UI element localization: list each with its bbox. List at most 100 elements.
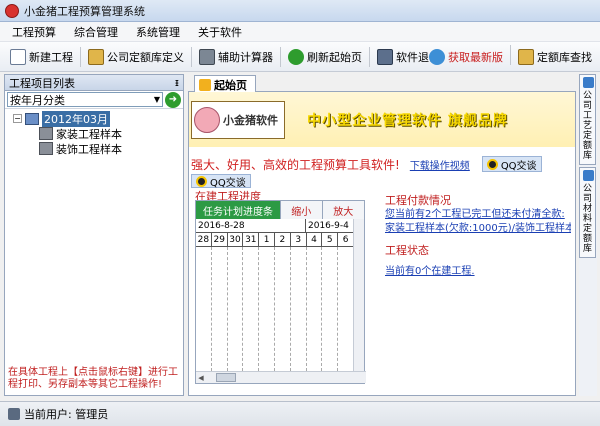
refresh-home-button[interactable]: 刷新起始页 — [284, 45, 366, 69]
tagline: 强大、好用、高效的工程预算工具软件! — [191, 157, 400, 172]
menu-bar: 工程预算 综合管理 系统管理 关于软件 — [0, 22, 600, 42]
group-select-row: 按年月分类 ▼ ➜ — [5, 91, 183, 109]
logo-text: 小金猪软件 — [223, 113, 278, 127]
dock-tab-craft-quota[interactable]: 公司工艺定额库 — [579, 74, 596, 165]
calculator-label: 辅助计算器 — [218, 50, 273, 64]
tree-node-project[interactable]: 装饰工程样本 — [13, 141, 183, 156]
gantt-week-label: 2016-9-4 — [308, 220, 349, 231]
tree-node-project-label: 家装工程样本 — [56, 127, 122, 141]
database-icon — [583, 77, 594, 88]
status-active-link[interactable]: 当前有0个在建工程. — [385, 266, 475, 277]
toolbar-separator — [191, 46, 192, 67]
gantt-horizontal-scrollbar[interactable]: ◀ — [196, 371, 366, 383]
refresh-home-label: 刷新起始页 — [307, 50, 362, 64]
gantt-chart: 2016-8-28 2016-9-4 28 29 30 31 1 2 3 4 5… — [196, 219, 354, 371]
project-tree: − 2012年03月 家装工程样本 装饰工程样本 — [5, 109, 183, 156]
gantt-column — [212, 247, 228, 371]
qq-penguin-icon — [486, 158, 498, 170]
gantt-column — [291, 247, 307, 371]
title-bar: 小金猪工程预算管理系统 — [0, 0, 600, 22]
gantt-column — [259, 247, 275, 371]
tab-task-plan[interactable]: 任务计划进度条 — [196, 201, 281, 219]
scroll-thumb[interactable] — [216, 373, 236, 382]
tree-node-month[interactable]: − 2012年03月 — [13, 110, 183, 127]
menu-item-general[interactable]: 综合管理 — [74, 24, 118, 40]
gantt-day: 30 — [228, 233, 244, 246]
go-arrow-icon[interactable]: ➜ — [165, 91, 181, 108]
zoom-out-button[interactable]: 缩小 — [280, 201, 323, 219]
toolbar-separator — [80, 46, 81, 67]
progress-tabs: 任务计划进度条 缩小 放大 — [196, 201, 364, 219]
quota-lookup-button[interactable]: 定额库查找 — [514, 45, 596, 69]
project-list-title: 工程项目列表 — [9, 76, 75, 90]
gantt-grid — [196, 247, 354, 371]
toolbar-right-group: 获取最新版 定额库查找 — [425, 45, 596, 69]
menu-item-about[interactable]: 关于软件 — [198, 24, 242, 40]
brand-logo: 小金猪软件 — [191, 100, 285, 139]
gantt-column — [338, 247, 354, 371]
qq-chat-button-secondary[interactable]: QQ交谈 — [191, 174, 251, 189]
latest-version-label: 获取最新版 — [448, 51, 503, 64]
brand-banner: 小金猪软件 中小型企业管理软件 旗舰品牌 — [189, 92, 575, 147]
company-quota-button[interactable]: 公司定额库定义 — [84, 45, 188, 69]
payments-summary-link[interactable]: 您当前有2个工程已完工但还未付清全款: — [385, 208, 571, 222]
tree-node-month-label: 2012年03月 — [42, 110, 110, 127]
right-dock: 公司工艺定额库 公司材料定额库 — [579, 74, 597, 396]
chevron-down-icon: ▼ — [153, 95, 160, 104]
dock-tab-material-quota[interactable]: 公司材料定额库 — [579, 167, 596, 258]
download-video-link[interactable]: 下载操作视频 — [410, 157, 470, 172]
toolbar-separator — [510, 45, 511, 65]
dock-tab-craft-quota-label: 公司工艺定额库 — [582, 91, 592, 161]
home-page-icon — [199, 78, 211, 91]
qq-chat-button[interactable]: QQ交谈 — [481, 156, 542, 172]
qq-chat-label: QQ交谈 — [210, 177, 246, 189]
qq-penguin-icon — [196, 175, 207, 187]
gantt-day: 4 — [307, 233, 323, 246]
start-page-panel: 小金猪软件 中小型企业管理软件 旗舰品牌 强大、好用、高效的工程预算工具软件! … — [188, 92, 576, 396]
calendar-icon — [25, 112, 39, 125]
window-title: 小金猪工程预算管理系统 — [24, 4, 145, 18]
payments-detail-link[interactable]: 家装工程样本(欠款:1000元)/装饰工程样本 — [385, 222, 571, 236]
gantt-day: 29 — [212, 233, 228, 246]
pig-logo-icon — [194, 106, 220, 133]
gantt-column — [196, 247, 212, 371]
user-icon — [8, 408, 20, 420]
calculator-button[interactable]: 辅助计算器 — [195, 45, 277, 69]
group-select[interactable]: 按年月分类 ▼ — [7, 92, 163, 107]
latest-version-button[interactable]: 获取最新版 — [425, 45, 507, 69]
menu-item-system[interactable]: 系统管理 — [136, 24, 180, 40]
pin-icon[interactable]: ᵻ — [175, 76, 179, 89]
download-wing-icon — [429, 49, 445, 65]
payments-section-title: 工程付款情况 — [385, 194, 451, 207]
gantt-day: 2 — [275, 233, 291, 246]
company-quota-label: 公司定额库定义 — [107, 50, 184, 64]
zoom-in-button[interactable]: 放大 — [322, 201, 364, 219]
menu-item-budget[interactable]: 工程预算 — [12, 24, 56, 40]
dock-tab-material-quota-label: 公司材料定额库 — [582, 184, 592, 254]
tagline-row: 强大、好用、高效的工程预算工具软件! 下载操作视频 QQ交谈 — [189, 154, 575, 174]
gantt-vertical-scrollbar[interactable] — [353, 219, 364, 371]
new-document-icon — [10, 48, 26, 65]
status-section-title: 工程状态 — [385, 244, 429, 257]
brand-slogan: 中小型企业管理软件 旗舰品牌 — [307, 112, 508, 129]
app-icon — [5, 3, 19, 18]
toolbar-separator — [369, 46, 370, 67]
toolbar: 新建工程 公司定额库定义 辅助计算器 刷新起始页 软件退出 获取最新版 定额库查… — [0, 42, 600, 72]
right-click-tip: 在具体工程上【点击鼠标右键】进行工程打印、另存副本等其它工程操作! — [8, 367, 178, 390]
collapse-icon[interactable]: − — [13, 114, 22, 123]
book-icon — [88, 48, 104, 65]
tab-start-page[interactable]: 起始页 — [194, 75, 256, 93]
book-icon — [518, 49, 534, 65]
gantt-day: 5 — [322, 233, 339, 246]
gantt-column — [228, 247, 244, 371]
new-project-button[interactable]: 新建工程 — [6, 45, 77, 69]
gantt-day: 31 — [243, 233, 260, 246]
refresh-icon — [288, 48, 304, 65]
project-list-header: 工程项目列表 ᵻ — [5, 75, 183, 91]
tree-node-project[interactable]: 家装工程样本 — [13, 126, 183, 141]
tree-node-project-label: 装饰工程样本 — [56, 142, 122, 156]
scroll-left-icon[interactable]: ◀ — [196, 373, 206, 383]
current-user: 当前用户: 管理员 — [24, 408, 109, 421]
new-project-label: 新建工程 — [29, 50, 73, 64]
gantt-day: 1 — [259, 233, 275, 246]
